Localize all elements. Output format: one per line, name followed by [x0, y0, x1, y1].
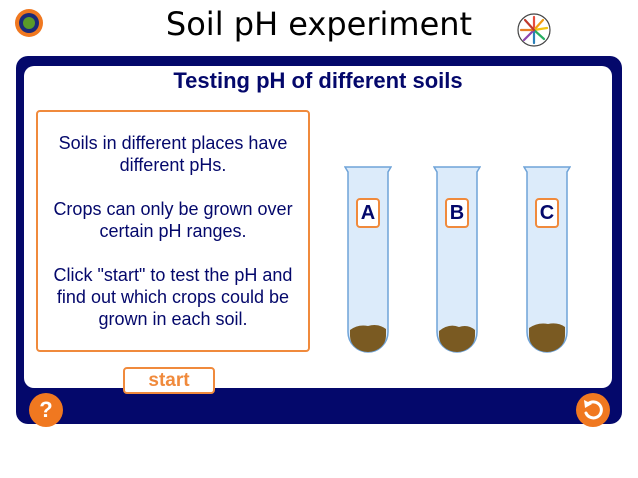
question-icon: ?	[39, 397, 53, 422]
info-text-2: Crops can only be grown over certain pH …	[53, 199, 293, 241]
undo-arrow-icon	[584, 400, 603, 420]
info-text-3: Click "start" to test the pH and find ou…	[53, 265, 293, 329]
test-tube-b: B	[433, 166, 481, 356]
info-text-1: Soils in different places have different…	[58, 133, 288, 175]
back-button[interactable]	[576, 393, 610, 427]
instructions-box: Soils in different places have different…	[36, 110, 310, 352]
tube-label-a: A	[356, 198, 380, 228]
color-burst-icon	[516, 12, 552, 48]
tube-label-b: B	[445, 198, 469, 228]
help-button[interactable]: ?	[29, 393, 63, 427]
test-tube-c: C	[523, 166, 571, 356]
start-button[interactable]: start	[123, 367, 215, 394]
test-tube-a: A	[344, 166, 392, 356]
panel-heading: Testing pH of different soils	[173, 68, 463, 93]
tube-label-c: C	[535, 198, 559, 228]
